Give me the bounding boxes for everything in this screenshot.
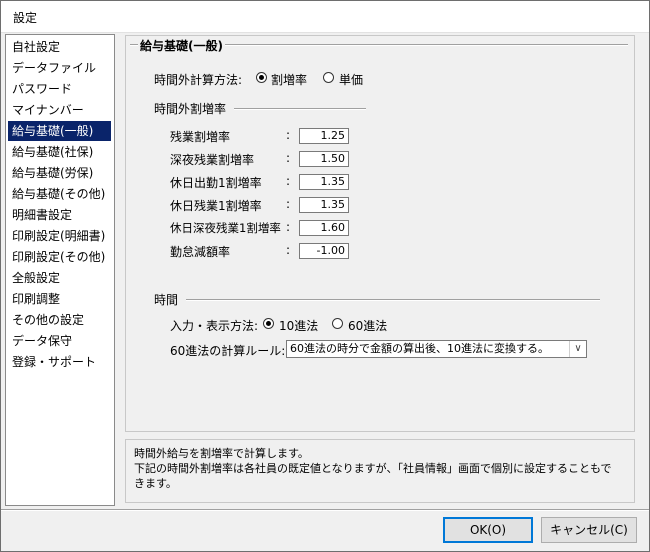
rate-colon: : <box>286 243 291 257</box>
rate-colon: : <box>286 151 291 165</box>
nav-item-print-statement[interactable]: 印刷設定(明細書) <box>8 226 111 246</box>
radio-sexagesimal[interactable] <box>332 318 343 329</box>
rate-input-holiday-overtime[interactable]: 1.35 <box>299 197 349 213</box>
radio-unit-price[interactable] <box>323 72 334 83</box>
description-panel: 時間外給与を割増率で計算します。 下記の時間外割増率は各社員の既定値となりますが… <box>125 439 635 503</box>
radio-sexagesimal-label[interactable]: 60進法 <box>348 317 387 334</box>
rate-input-holiday-work[interactable]: 1.35 <box>299 174 349 190</box>
rate-section-divider <box>234 108 366 110</box>
time-section-title: 時間 <box>154 293 179 307</box>
settings-nav-list[interactable]: 自社設定 データファイル パスワード マイナンバー 給与基礎(一般) 給与基礎(… <box>5 34 115 506</box>
nav-item-salary-general[interactable]: 給与基礎(一般) <box>8 121 111 141</box>
nav-item-salary-other[interactable]: 給与基礎(その他) <box>8 184 111 204</box>
rate-input-holiday-late-night[interactable]: 1.60 <box>299 220 349 236</box>
nav-item-print-adjust[interactable]: 印刷調整 <box>8 289 111 309</box>
cancel-button[interactable]: キャンセル(C) <box>541 517 637 543</box>
radio-premium-rate-label[interactable]: 割増率 <box>271 71 307 88</box>
rate-label-holiday-late-night: 休日深夜残業1割増率 <box>170 221 281 235</box>
rate-section-title: 時間外割増率 <box>154 102 227 116</box>
description-line-3: きます。 <box>134 477 177 490</box>
rate-label-late-night: 深夜残業割増率 <box>170 153 255 167</box>
nav-item-salary-labor[interactable]: 給与基礎(労保) <box>8 163 111 183</box>
nav-item-company[interactable]: 自社設定 <box>8 37 111 57</box>
overtime-method-label: 時間外計算方法: <box>154 73 243 87</box>
rule-select-value: 60進法の時分で金額の算出後、10進法に変換する。 <box>290 342 549 355</box>
window-title: 設定 <box>13 11 38 25</box>
radio-unit-price-label[interactable]: 単価 <box>339 71 363 88</box>
nav-item-print-other[interactable]: 印刷設定(その他) <box>8 247 111 267</box>
radio-dot <box>259 75 264 80</box>
nav-item-statement[interactable]: 明細書設定 <box>8 205 111 225</box>
rate-colon: : <box>286 220 291 234</box>
radio-decimal-label[interactable]: 10進法 <box>279 317 318 334</box>
nav-item-general[interactable]: 全般設定 <box>8 268 111 288</box>
nav-item-salary-social[interactable]: 給与基礎(社保) <box>8 142 111 162</box>
nav-item-other-settings[interactable]: その他の設定 <box>8 310 111 330</box>
ok-button[interactable]: OK(O) <box>443 517 533 543</box>
rule-select[interactable]: 60進法の時分で金額の算出後、10進法に変換する。 ∨ <box>286 340 587 358</box>
rate-label-overtime: 残業割増率 <box>170 130 231 144</box>
rate-colon: : <box>286 197 291 211</box>
radio-decimal[interactable] <box>263 318 274 329</box>
rate-colon: : <box>286 128 291 142</box>
rate-colon: : <box>286 174 291 188</box>
footer-divider <box>1 509 649 511</box>
description-line-2: 下記の時間外割増率は各社員の既定値となりますが、「社員情報」画面で個別に設定する… <box>134 462 612 475</box>
time-section-divider <box>186 299 600 301</box>
radio-premium-rate[interactable] <box>256 72 267 83</box>
nav-item-registration[interactable]: 登録・サポート <box>8 352 111 372</box>
settings-group: 給与基礎(一般) 時間外計算方法: 割増率 単価 時間外割増率 残業割増率 : … <box>125 35 635 432</box>
rate-input-overtime[interactable]: 1.25 <box>299 128 349 144</box>
group-title: 給与基礎(一般) <box>138 37 225 54</box>
rate-label-holiday-work: 休日出勤1割増率 <box>170 176 262 190</box>
rate-input-attendance-deduction[interactable]: -1.00 <box>299 243 349 259</box>
description-line-1: 時間外給与を割増率で計算します。 <box>134 447 309 460</box>
rate-input-late-night[interactable]: 1.50 <box>299 151 349 167</box>
radio-dot <box>266 321 271 326</box>
nav-item-data-maintenance[interactable]: データ保守 <box>8 331 111 351</box>
rate-label-holiday-overtime: 休日残業1割増率 <box>170 199 262 213</box>
rate-label-attendance-deduction: 勤怠減額率 <box>170 245 231 259</box>
nav-item-my-number[interactable]: マイナンバー <box>8 100 111 120</box>
nav-item-data-file[interactable]: データファイル <box>8 58 111 78</box>
settings-window: 設定 自社設定 データファイル パスワード マイナンバー 給与基礎(一般) 給与… <box>0 0 650 552</box>
title-bar: 設定 <box>1 1 649 33</box>
chevron-down-icon[interactable]: ∨ <box>569 341 586 357</box>
input-method-label: 入力・表示方法: <box>170 319 259 333</box>
rule-label: 60進法の計算ルール: <box>170 344 286 358</box>
nav-item-password[interactable]: パスワード <box>8 79 111 99</box>
